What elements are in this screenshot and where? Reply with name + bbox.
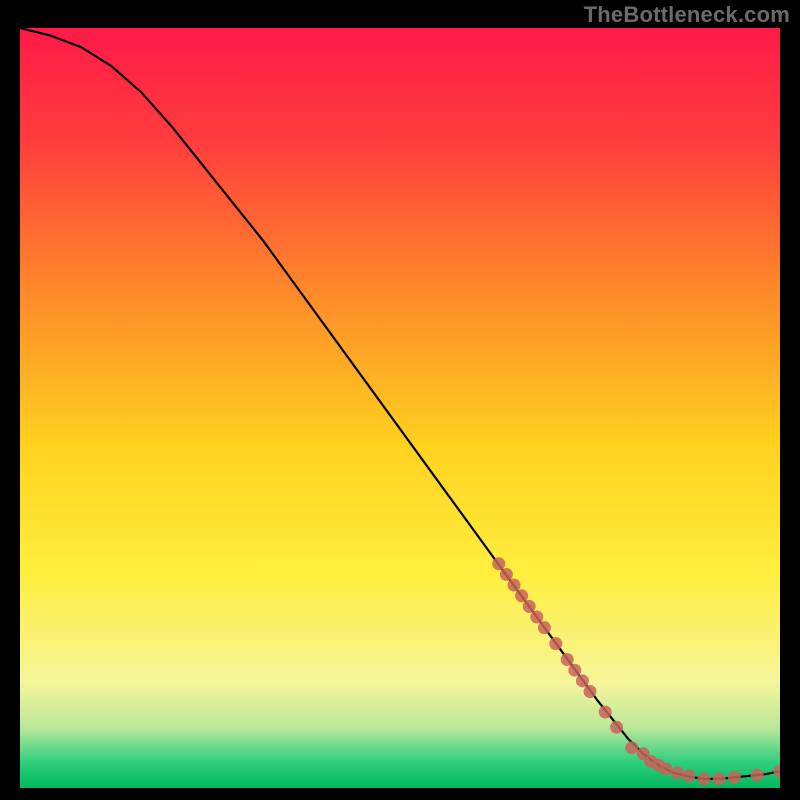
chart-svg [20, 28, 780, 788]
gradient-background [20, 28, 780, 788]
data-marker [660, 763, 673, 776]
data-marker [508, 579, 521, 592]
data-marker [728, 771, 741, 784]
data-marker [698, 772, 711, 785]
plot-area [20, 28, 780, 788]
data-marker [610, 721, 623, 734]
data-marker [671, 766, 684, 779]
data-marker [751, 769, 764, 782]
data-marker [568, 664, 581, 677]
data-marker [515, 589, 528, 602]
data-marker [538, 621, 551, 634]
data-marker [682, 769, 695, 782]
data-marker [713, 772, 726, 785]
chart-stage: TheBottleneck.com [0, 0, 800, 800]
data-marker [530, 611, 543, 624]
data-marker [500, 568, 513, 581]
data-marker [599, 706, 612, 719]
data-marker [561, 653, 574, 666]
data-marker [523, 600, 536, 613]
data-marker [625, 741, 638, 754]
data-marker [549, 637, 562, 650]
watermark-text: TheBottleneck.com [584, 2, 790, 28]
data-marker [492, 557, 505, 570]
data-marker [584, 685, 597, 698]
data-marker [576, 674, 589, 687]
